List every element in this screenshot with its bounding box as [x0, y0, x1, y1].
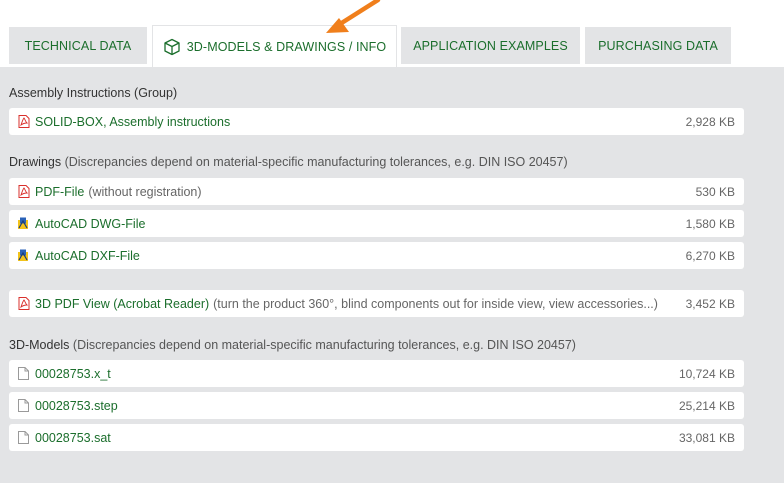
file-description: (turn the product 360°, blind components… — [213, 296, 658, 311]
tab-technical-data[interactable]: TECHNICAL DATA — [9, 27, 147, 64]
file-row-3d-pdf-view[interactable]: 3D PDF View (Acrobat Reader) (turn the p… — [9, 290, 744, 317]
file-size: 10,724 KB — [678, 366, 735, 381]
file-icon — [17, 399, 30, 413]
file-link[interactable]: 3D PDF View (Acrobat Reader) — [35, 297, 209, 311]
pdf-icon — [17, 185, 30, 199]
file-link[interactable]: PDF-File — [35, 185, 84, 199]
file-link[interactable]: AutoCAD DXF-File — [35, 249, 140, 263]
file-size: 6,270 KB — [685, 248, 735, 263]
pdf-icon — [17, 115, 30, 129]
tab-label: TECHNICAL DATA — [24, 38, 132, 53]
pdf-icon — [17, 297, 30, 311]
file-row-autocad-dxf[interactable]: AutoCAD DXF-File 6,270 KB — [9, 242, 744, 269]
section-title-assembly: Assembly Instructions (Group) — [9, 86, 177, 100]
file-row-autocad-dwg[interactable]: AutoCAD DWG-File 1,580 KB — [9, 210, 744, 237]
file-size: 3,452 KB — [685, 296, 735, 311]
file-link[interactable]: 00028753.sat — [35, 431, 111, 445]
file-link[interactable]: AutoCAD DWG-File — [35, 217, 145, 231]
section-title-text: 3D-Models — [9, 338, 70, 352]
cube-icon — [163, 38, 181, 56]
tab-bar: TECHNICAL DATA 3D-MODELS & DRAWINGS / IN… — [0, 0, 784, 67]
file-link[interactable]: 00028753.step — [35, 399, 118, 413]
file-row-xt[interactable]: 00028753.x_t 10,724 KB — [9, 360, 744, 387]
file-row-assembly-instructions[interactable]: SOLID-BOX, Assembly instructions 2,928 K… — [9, 108, 744, 135]
file-row-sat[interactable]: 00028753.sat 33,081 KB — [9, 424, 744, 451]
tab-purchasing-data[interactable]: PURCHASING DATA — [585, 27, 731, 64]
file-row-pdf-file[interactable]: PDF-File (without registration) 530 KB — [9, 178, 744, 205]
file-link[interactable]: SOLID-BOX, Assembly instructions — [35, 115, 230, 129]
autocad-icon — [17, 249, 30, 263]
section-note: (Discrepancies depend on material-specif… — [64, 155, 568, 169]
file-link[interactable]: 00028753.x_t — [35, 367, 111, 381]
section-title-text: Assembly Instructions (Group) — [9, 86, 178, 100]
tab-application-examples[interactable]: APPLICATION EXAMPLES — [401, 27, 580, 64]
file-size: 33,081 KB — [678, 430, 735, 445]
autocad-icon — [17, 217, 30, 231]
file-size: 2,928 KB — [685, 114, 735, 129]
file-icon — [17, 431, 30, 445]
section-title-drawings: Drawings (Discrepancies depend on materi… — [9, 155, 568, 169]
tab-content-panel: Assembly Instructions (Group) SOLID-BOX,… — [0, 67, 784, 483]
file-size: 25,214 KB — [678, 398, 735, 413]
section-title-text: Drawings — [9, 155, 62, 169]
annotation-arrow-icon — [326, 0, 381, 33]
tab-label: 3D-MODELS & DRAWINGS / INFO — [186, 39, 387, 54]
section-note: (Discrepancies depend on material-specif… — [72, 338, 576, 352]
file-size: 530 KB — [695, 184, 735, 199]
section-title-3d-models: 3D-Models (Discrepancies depend on mater… — [9, 338, 576, 352]
file-description: (without registration) — [88, 184, 202, 199]
tab-label: PURCHASING DATA — [598, 38, 718, 53]
file-size: 1,580 KB — [685, 216, 735, 231]
file-icon — [17, 367, 30, 381]
file-row-step[interactable]: 00028753.step 25,214 KB — [9, 392, 744, 419]
tab-label: APPLICATION EXAMPLES — [413, 38, 568, 53]
